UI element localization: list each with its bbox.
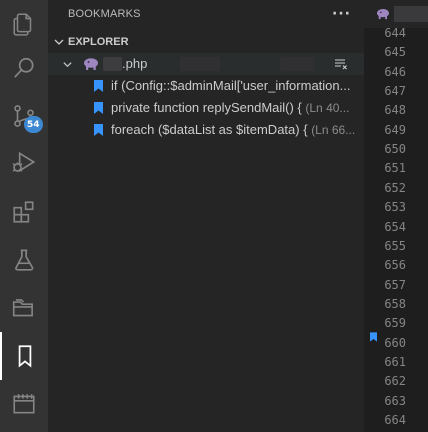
source-control-icon[interactable] [0,92,48,140]
sidebar-title: BOOKMARKS [68,8,141,20]
testing-icon[interactable] [0,236,48,284]
line-number: 649 [384,122,406,137]
file-name: .php [122,56,148,71]
line-number: 659 [384,316,406,331]
calendar-icon[interactable] [0,380,48,428]
extensions-icon[interactable] [0,188,48,236]
line-number: 657 [384,277,406,292]
redacted-text [394,6,428,22]
gutter-bookmark-icon[interactable] [370,331,377,343]
activity-bar: 54 [0,0,48,432]
line-number: 645 [384,45,406,60]
bookmark-label: foreach ($dataList as $itemData) { (Ln 6… [111,122,355,137]
line-number: 648 [384,103,406,118]
line-number: 656 [384,258,406,273]
php-file-icon [84,58,98,70]
bookmark-icon [94,124,103,136]
bookmarks-icon[interactable] [0,332,48,380]
bookmark-icon [94,80,103,92]
bookmark-label: if (Config::$adminMail['user_information… [111,78,350,93]
line-number: 651 [384,161,406,176]
bookmark-icon [94,102,103,114]
line-number: 661 [384,354,406,369]
redacted-text [280,57,314,71]
line-number: 644 [384,26,406,40]
run-debug-icon[interactable] [0,138,48,186]
bookmark-code: private function replySendMail() { [111,100,302,115]
collapse-all-icon[interactable] [334,58,348,70]
line-number: 647 [384,84,406,99]
line-number: 663 [384,393,406,408]
bookmark-location: (Ln 40... [305,101,350,115]
editor-tab[interactable] [364,0,428,28]
bookmark-label: private function replySendMail() { (Ln 4… [111,100,349,115]
line-number: 652 [384,180,406,195]
bookmark-item[interactable]: foreach ($dataList as $itemData) { (Ln 6… [48,119,364,141]
line-number: 660 [384,335,406,350]
chevron-down-icon [54,39,64,45]
line-number: 653 [384,200,406,215]
bookmark-item[interactable]: if (Config::$adminMail['user_information… [48,75,364,97]
line-number: 646 [384,64,406,79]
explorer-section-header[interactable]: EXPLORER [48,33,364,53]
bookmark-location: (Ln 66... [311,123,356,137]
bookmark-code: foreach ($dataList as $itemData) { [111,122,308,137]
more-actions-button[interactable]: ··· [332,6,351,22]
source-control-badge: 54 [24,116,43,133]
file-tree-item[interactable]: .php [48,53,364,75]
line-number: 662 [384,374,406,389]
bookmark-code: if (Config::$adminMail['user_information… [111,78,351,93]
sidebar-header: BOOKMARKS ··· [48,0,364,30]
line-number: 655 [384,238,406,253]
bookmark-item[interactable]: private function replySendMail() { (Ln 4… [48,97,364,119]
line-number: 650 [384,142,406,157]
php-file-icon [377,9,389,20]
line-number: 658 [384,296,406,311]
search-icon[interactable] [0,44,48,92]
redacted-text [103,57,122,71]
bookmarks-sidebar: BOOKMARKS ··· EXPLORER .php if (Config::… [48,0,364,432]
project-manager-icon[interactable] [0,284,48,332]
line-number: 664 [384,413,406,427]
redacted-text [180,57,220,71]
section-title: EXPLORER [68,36,129,48]
editor-area: 644 645 646 647 648 649 650 651 652 653 654 655 656 6… [364,0,428,432]
chevron-down-icon [63,62,72,68]
explorer-icon[interactable] [0,0,48,48]
line-number: 654 [384,219,406,234]
